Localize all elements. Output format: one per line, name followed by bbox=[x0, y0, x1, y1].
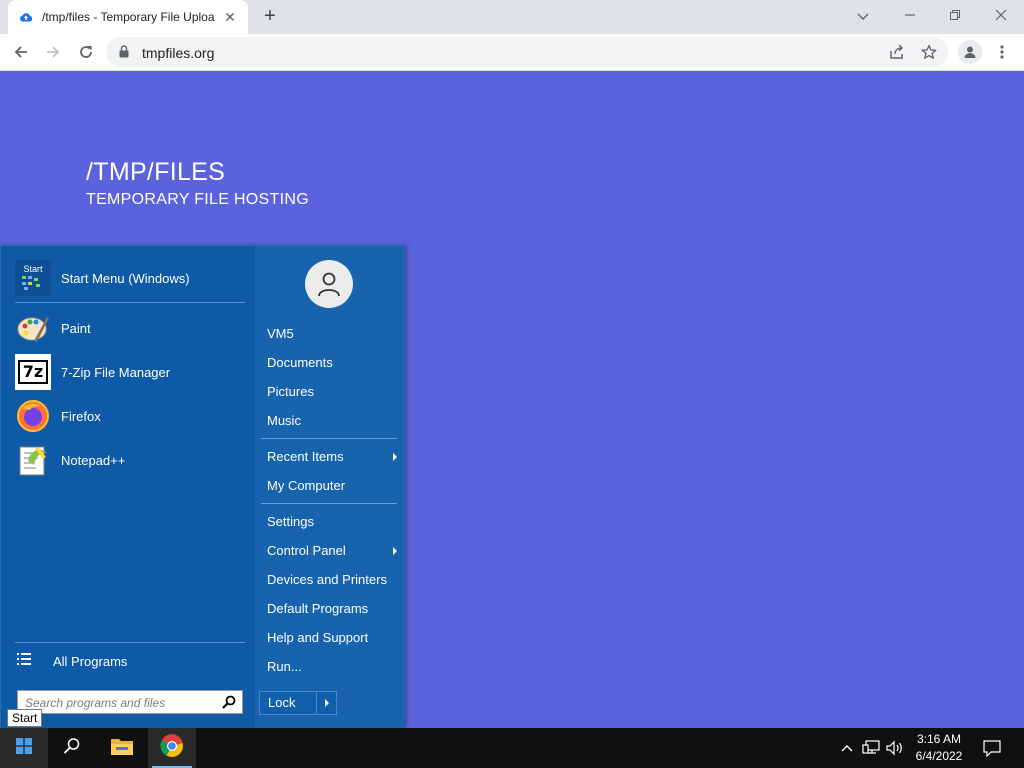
profile-avatar-icon[interactable] bbox=[958, 40, 982, 64]
menu-item-default-programs[interactable]: Default Programs bbox=[267, 598, 397, 620]
firefox-icon bbox=[15, 398, 51, 434]
notepadpp-icon bbox=[15, 442, 51, 478]
menu-item-devices-printers[interactable]: Devices and Printers bbox=[267, 569, 397, 591]
search-icon bbox=[63, 737, 81, 760]
separator bbox=[15, 642, 245, 643]
lock-button[interactable]: Lock bbox=[260, 692, 316, 714]
clock-time: 3:16 AM bbox=[916, 732, 962, 746]
program-label: 7-Zip File Manager bbox=[61, 364, 171, 380]
url-text[interactable]: tmpfiles.org bbox=[142, 45, 214, 61]
tab-close-icon[interactable]: ✕ bbox=[222, 9, 238, 25]
kebab-menu-icon[interactable] bbox=[992, 40, 1012, 64]
forward-icon[interactable] bbox=[40, 39, 66, 65]
menu-item-help-support[interactable]: Help and Support bbox=[267, 627, 397, 649]
menu-item-settings[interactable]: Settings bbox=[267, 511, 397, 533]
program-paint[interactable]: Paint bbox=[15, 308, 245, 348]
menu-item-music[interactable]: Music bbox=[267, 410, 397, 432]
start-button[interactable] bbox=[0, 728, 48, 768]
search-input[interactable]: Search programs and files bbox=[17, 690, 243, 714]
7zip-icon: 7z bbox=[15, 354, 51, 390]
back-icon[interactable] bbox=[8, 39, 34, 65]
list-icon bbox=[17, 652, 31, 671]
menu-item-pictures[interactable]: Pictures bbox=[267, 381, 397, 403]
cloud-upload-icon bbox=[18, 9, 34, 25]
new-tab-button[interactable]: + bbox=[258, 5, 282, 29]
program-label: Notepad++ bbox=[61, 452, 126, 468]
tray-chevron-up-icon[interactable] bbox=[838, 738, 856, 758]
volume-icon[interactable] bbox=[886, 738, 904, 758]
submenu-arrow-icon bbox=[393, 453, 397, 461]
tab-title: /tmp/files - Temporary File Uploa bbox=[42, 10, 215, 24]
program-notepadpp[interactable]: Notepad++ bbox=[15, 440, 245, 480]
search-icon[interactable] bbox=[222, 695, 236, 714]
share-icon[interactable] bbox=[887, 42, 907, 62]
chrome-icon bbox=[160, 733, 184, 763]
program-firefox[interactable]: Firefox bbox=[15, 396, 245, 436]
clock-date: 6/4/2022 bbox=[915, 749, 963, 763]
paint-icon bbox=[15, 310, 51, 346]
minimize-icon[interactable] bbox=[896, 4, 924, 28]
program-label: Paint bbox=[61, 320, 91, 336]
tab-search-chevron-icon[interactable] bbox=[849, 4, 877, 28]
separator bbox=[15, 302, 245, 303]
separator bbox=[261, 438, 397, 439]
menu-item-run[interactable]: Run... bbox=[267, 656, 397, 678]
program-label: Start Menu (Windows) bbox=[61, 270, 190, 286]
reload-icon[interactable] bbox=[73, 39, 99, 65]
user-avatar-icon[interactable] bbox=[305, 260, 353, 308]
menu-item-label: Control Panel bbox=[267, 543, 346, 558]
all-programs-button[interactable]: All Programs bbox=[17, 650, 247, 672]
start-menu-icon: Start bbox=[15, 260, 51, 296]
program-7zip[interactable]: 7z 7-Zip File Manager bbox=[15, 352, 245, 392]
menu-item-documents[interactable]: Documents bbox=[267, 352, 397, 374]
browser-tab-strip: /tmp/files - Temporary File Uploa ✕ + bbox=[0, 0, 1024, 34]
search-placeholder: Search programs and files bbox=[25, 696, 166, 710]
start-menu-places-pane: VM5 Documents Pictures Music Recent Item… bbox=[255, 246, 405, 729]
menu-item-label: Recent Items bbox=[267, 449, 344, 464]
restore-icon[interactable] bbox=[941, 4, 969, 28]
file-explorer-button[interactable] bbox=[98, 728, 146, 768]
lock-split-button: Lock bbox=[259, 691, 337, 715]
all-programs-label: All Programs bbox=[53, 653, 128, 669]
start-menu-programs-pane: Start Start Menu (Windows) Paint 7z 7-Zi… bbox=[1, 246, 255, 729]
start-tooltip: Start bbox=[7, 709, 43, 727]
bookmark-star-icon[interactable] bbox=[919, 42, 939, 62]
close-window-icon[interactable] bbox=[987, 4, 1015, 28]
separator bbox=[261, 503, 397, 504]
menu-item-recent-items[interactable]: Recent Items bbox=[267, 446, 397, 468]
address-bar[interactable]: tmpfiles.org bbox=[106, 37, 948, 67]
menu-item-vm5[interactable]: VM5 bbox=[267, 323, 397, 345]
submenu-arrow-icon bbox=[393, 547, 397, 555]
taskbar-clock[interactable]: 3:16 AM 6/4/2022 bbox=[906, 731, 972, 765]
power-options-arrow-icon[interactable] bbox=[317, 692, 336, 714]
windows-logo-icon bbox=[16, 737, 32, 759]
menu-item-control-panel[interactable]: Control Panel bbox=[267, 540, 397, 562]
folder-icon bbox=[110, 736, 134, 761]
taskbar-search-button[interactable] bbox=[48, 728, 96, 768]
start-menu: Start Start Menu (Windows) Paint 7z 7-Zi… bbox=[0, 245, 405, 729]
page-title: /TMP/FILES bbox=[86, 158, 226, 186]
lock-icon[interactable] bbox=[119, 45, 129, 63]
taskbar: 3:16 AM 6/4/2022 bbox=[0, 728, 1024, 768]
chrome-taskbar-button[interactable] bbox=[148, 728, 196, 768]
program-label: Firefox bbox=[61, 408, 101, 424]
network-icon[interactable] bbox=[862, 738, 880, 758]
page-subtitle: TEMPORARY FILE HOSTING bbox=[86, 191, 309, 208]
menu-item-my-computer[interactable]: My Computer bbox=[267, 475, 397, 497]
program-start-menu-windows[interactable]: Start Start Menu (Windows) bbox=[15, 258, 245, 298]
browser-toolbar: tmpfiles.org bbox=[0, 34, 1024, 71]
browser-tab-active[interactable]: /tmp/files - Temporary File Uploa ✕ bbox=[8, 0, 248, 34]
notifications-icon[interactable] bbox=[980, 736, 1004, 760]
